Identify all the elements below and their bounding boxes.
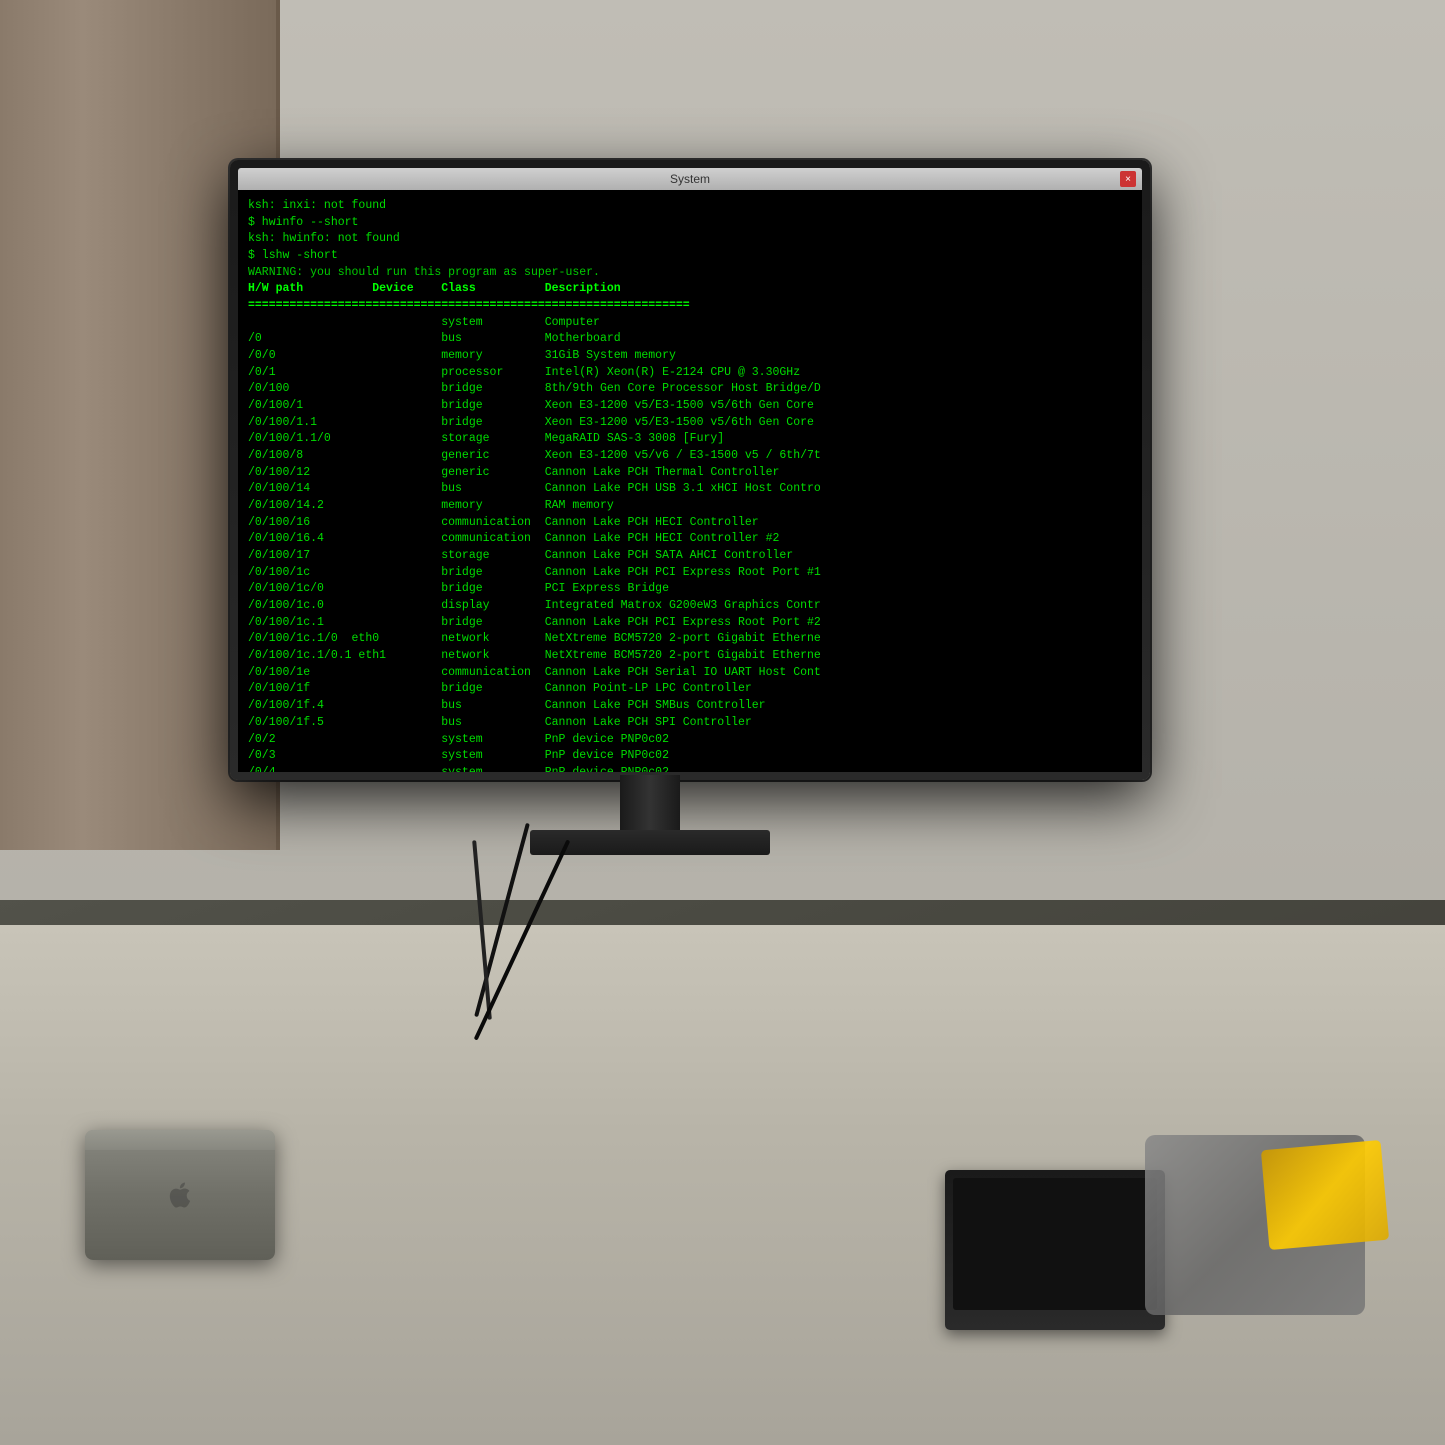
terminal-line: /0/100 bridge 8th/9th Gen Core Processor… <box>248 381 1132 398</box>
terminal-line: /0/100/14 bus Cannon Lake PCH USB 3.1 xH… <box>248 481 1132 498</box>
terminal-line: WARNING: you should run this program as … <box>248 265 1132 282</box>
terminal-line: /0/100/1c.0 display Integrated Matrox G2… <box>248 598 1132 615</box>
monitor-screen: ksh: inxi: not found$ hwinfo --shortksh:… <box>238 190 1142 772</box>
terminal-line: system Computer <box>248 315 1132 332</box>
mac-mini-top <box>85 1130 275 1150</box>
laptop <box>945 1170 1165 1330</box>
terminal-line: /0/100/1c.1 bridge Cannon Lake PCH PCI E… <box>248 615 1132 632</box>
terminal-line: $ lshw -short <box>248 248 1132 265</box>
terminal-line: /0/100/1 bridge Xeon E3-1200 v5/E3-1500 … <box>248 398 1132 415</box>
terminal-line: /0/100/16 communication Cannon Lake PCH … <box>248 515 1132 532</box>
close-button[interactable]: × <box>1120 171 1136 187</box>
laptop-screen <box>953 1178 1157 1310</box>
terminal-line: $ hwinfo --short <box>248 215 1132 232</box>
monitor-bezel: System × ksh: inxi: not found$ hwinfo --… <box>230 160 1150 780</box>
terminal-line: /0/4 system PnP device PNP0c02 <box>248 765 1132 772</box>
terminal-line: ========================================… <box>248 298 1132 315</box>
terminal-line: /0/100/12 generic Cannon Lake PCH Therma… <box>248 465 1132 482</box>
terminal-line: H/W path Device Class Description <box>248 281 1132 298</box>
window-title: System <box>670 172 710 186</box>
terminal-line: /0/100/1.1 bridge Xeon E3-1200 v5/E3-150… <box>248 415 1132 432</box>
terminal-line: /0 bus Motherboard <box>248 331 1132 348</box>
terminal-line: /0/0 memory 31GiB System memory <box>248 348 1132 365</box>
terminal-line: /0/100/1c.1/0 eth0 network NetXtreme BCM… <box>248 631 1132 648</box>
terminal-line: /0/100/17 storage Cannon Lake PCH SATA A… <box>248 548 1132 565</box>
yellow-item <box>1261 1140 1389 1250</box>
apple-logo-icon <box>165 1180 195 1210</box>
terminal-line: /0/100/1c/0 bridge PCI Express Bridge <box>248 581 1132 598</box>
terminal-line: ksh: hwinfo: not found <box>248 231 1132 248</box>
scene: System × ksh: inxi: not found$ hwinfo --… <box>0 0 1445 1445</box>
monitor-stand-neck <box>620 775 680 835</box>
terminal-line: /0/2 system PnP device PNP0c02 <box>248 732 1132 749</box>
terminal-line: /0/100/1f.4 bus Cannon Lake PCH SMBus Co… <box>248 698 1132 715</box>
terminal-line: ksh: inxi: not found <box>248 198 1132 215</box>
terminal-line: /0/100/1c.1/0.1 eth1 network NetXtreme B… <box>248 648 1132 665</box>
terminal-line: /0/100/1.1/0 storage MegaRAID SAS-3 3008… <box>248 431 1132 448</box>
terminal-line: /0/100/1f bridge Cannon Point-LP LPC Con… <box>248 681 1132 698</box>
terminal-line: /0/100/1f.5 bus Cannon Lake PCH SPI Cont… <box>248 715 1132 732</box>
terminal-line: /0/100/8 generic Xeon E3-1200 v5/v6 / E3… <box>248 448 1132 465</box>
window-titlebar: System × <box>238 168 1142 190</box>
terminal-line: /0/100/1e communication Cannon Lake PCH … <box>248 665 1132 682</box>
mac-mini <box>85 1130 275 1260</box>
terminal-line: /0/3 system PnP device PNP0c02 <box>248 748 1132 765</box>
terminal-output: ksh: inxi: not found$ hwinfo --shortksh:… <box>238 190 1142 772</box>
terminal-line: /0/1 processor Intel(R) Xeon(R) E-2124 C… <box>248 365 1132 382</box>
terminal-line: /0/100/14.2 memory RAM memory <box>248 498 1132 515</box>
terminal-line: /0/100/16.4 communication Cannon Lake PC… <box>248 531 1132 548</box>
terminal-line: /0/100/1c bridge Cannon Lake PCH PCI Exp… <box>248 565 1132 582</box>
